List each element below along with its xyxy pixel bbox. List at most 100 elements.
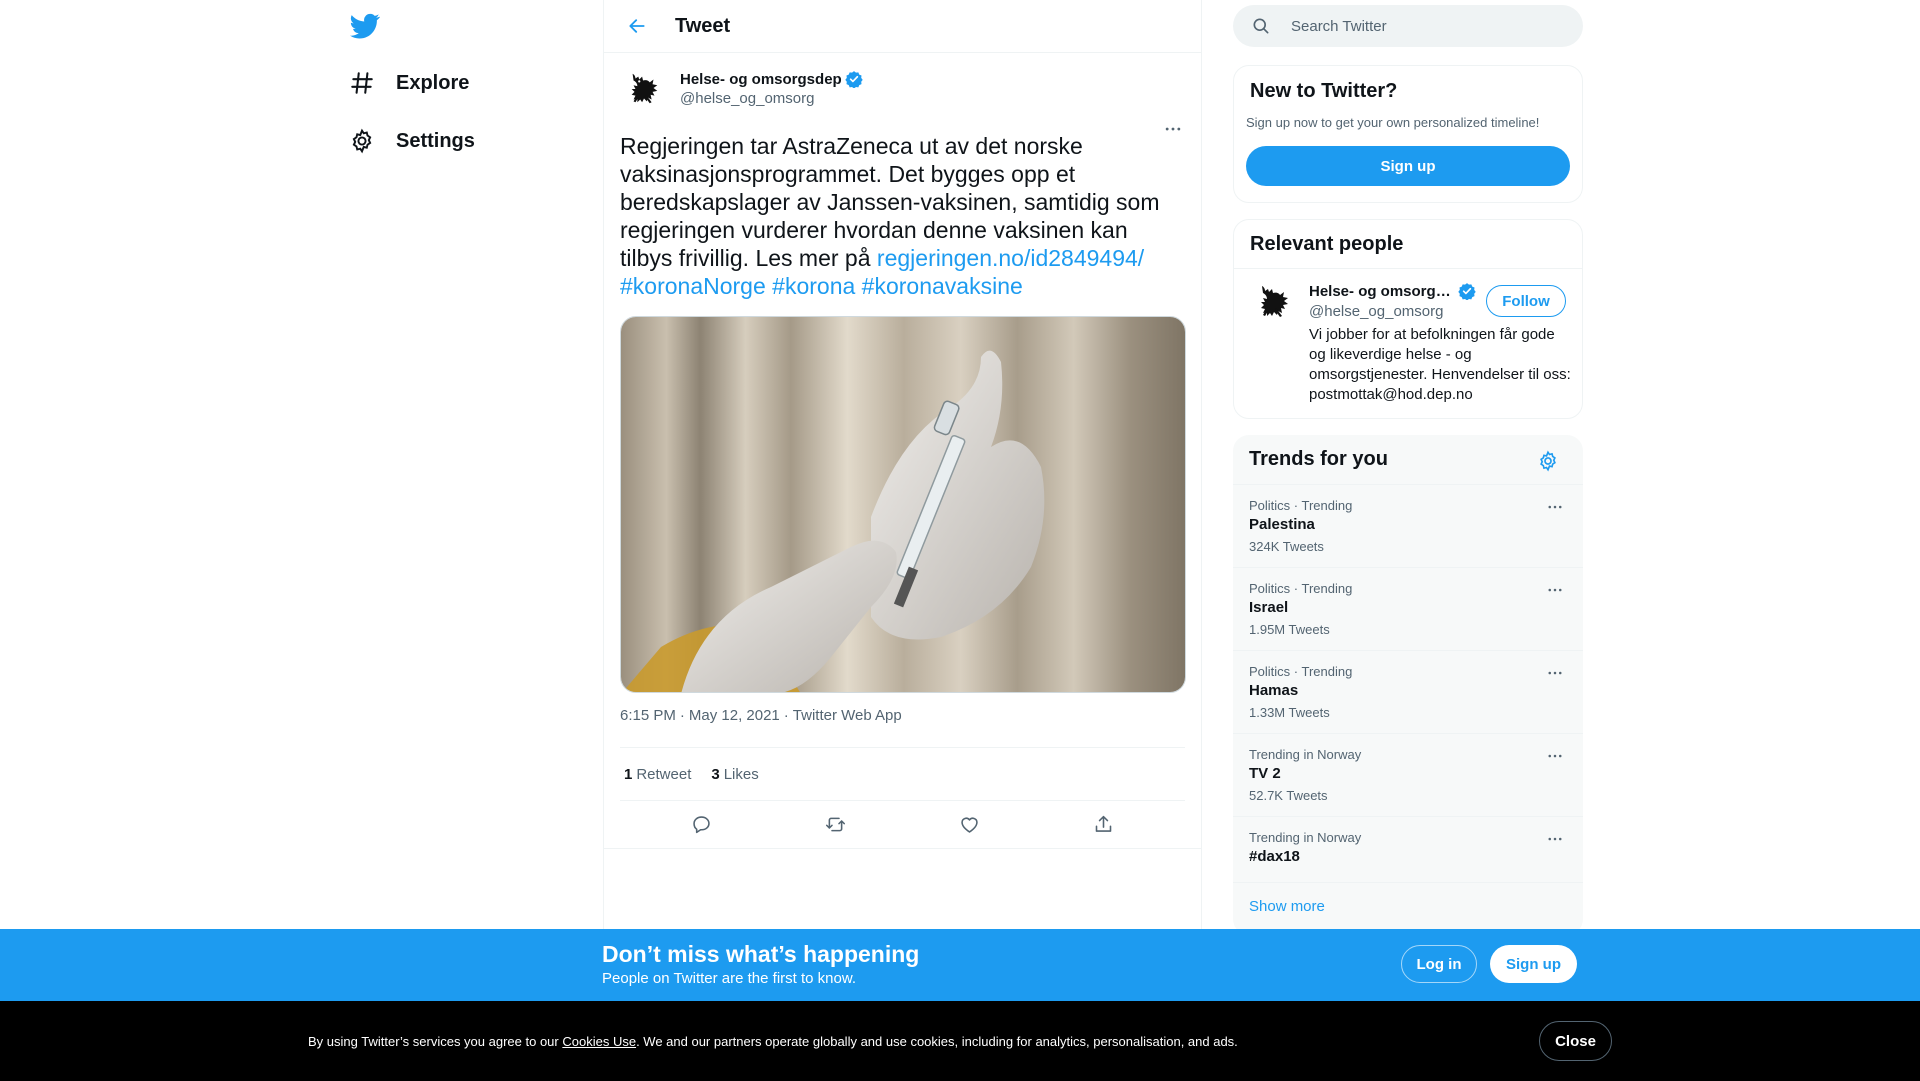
verified-badge-icon (1458, 283, 1476, 300)
search-icon (1253, 18, 1269, 34)
tweet-text: Regjeringen tar AstraZeneca ut av det no… (620, 132, 1185, 300)
sign-up-button[interactable]: Sign up (1490, 945, 1577, 983)
trend-name: Israel (1249, 599, 1289, 616)
tweet-link[interactable]: regjeringen.no/id2849494/ (877, 245, 1144, 271)
trend-more-button[interactable] (1543, 830, 1567, 848)
trend-name: TV 2 (1249, 765, 1281, 782)
trend-item[interactable]: Politics · Trending Israel 1.95M Tweets (1233, 568, 1583, 651)
more-dots-icon (1548, 754, 1562, 758)
search-input[interactable] (1291, 17, 1551, 35)
card-subtitle: Sign up now to get your own personalized… (1246, 115, 1540, 130)
person-name[interactable]: Helse- og omsorgsdep (1309, 282, 1476, 300)
trend-name: Palestina (1249, 516, 1315, 533)
relevant-people-card: Relevant people Helse- og omsorgsdep @he… (1233, 219, 1583, 419)
author-name[interactable]: Helse- og omsorgsdep (680, 70, 863, 88)
nav-settings-label: Settings (396, 129, 475, 152)
nav-settings[interactable]: Settings (348, 116, 475, 166)
cookie-banner: By using Twitter’s services you agree to… (0, 1001, 1920, 1081)
hashtag-link[interactable]: #korona (772, 273, 855, 299)
settings-gear-icon[interactable] (1537, 450, 1559, 472)
more-dots-icon (1548, 505, 1562, 509)
cookies-use-link[interactable]: Cookies Use (562, 1034, 636, 1049)
card-title: New to Twitter? (1250, 80, 1398, 102)
trend-item[interactable]: Trending in Norway TV 2 52.7K Tweets (1233, 734, 1583, 817)
trend-item[interactable]: Politics · Trending Palestina 324K Tweet… (1233, 485, 1583, 568)
trend-more-button[interactable] (1543, 498, 1567, 516)
main-column: Tweet Helse- og omsorgsdep @helse_og_oms… (603, 0, 1202, 1081)
twitter-bird-icon[interactable] (350, 11, 380, 41)
close-button[interactable]: Close (1539, 1021, 1612, 1061)
trend-context: Trending in Norway (1249, 747, 1362, 762)
trend-item[interactable]: Trending in Norway #dax18 (1233, 817, 1583, 883)
follow-button[interactable]: Follow (1486, 285, 1566, 317)
banner-subtitle: People on Twitter are the first to know. (602, 970, 857, 987)
hashtag-link[interactable]: #koronavaksine (862, 273, 1023, 299)
gear-icon (348, 127, 376, 155)
trend-context: Politics · Trending (1249, 664, 1353, 679)
nav-explore[interactable]: Explore (348, 58, 469, 108)
more-dots-icon (1165, 127, 1181, 131)
avatar[interactable] (620, 65, 668, 113)
more-options-button[interactable] (1161, 117, 1185, 141)
person-handle[interactable]: @helse_og_omsorg (1309, 303, 1443, 320)
retweet-count-label: Retweet (636, 765, 692, 783)
trend-count: 324K Tweets (1249, 539, 1324, 554)
hashtag-icon (348, 69, 376, 97)
trend-context: Trending in Norway (1249, 830, 1362, 845)
reply-button[interactable] (684, 808, 718, 842)
retweet-icon (825, 817, 845, 832)
tweet: Helse- og omsorgsdep @helse_og_omsorg Re… (604, 53, 1201, 849)
back-button[interactable] (620, 9, 654, 43)
like-button[interactable] (953, 808, 987, 842)
trend-count: 1.33M Tweets (1249, 705, 1330, 720)
log-in-button[interactable]: Log in (1401, 945, 1477, 983)
page-header: Tweet (604, 0, 1201, 53)
retweet-count[interactable]: 1 Retweet (624, 766, 691, 783)
trends-card: Trends for you Politics · Trending Pales… (1233, 435, 1583, 935)
share-icon (1096, 815, 1112, 832)
retweet-count-value: 1 (624, 765, 633, 783)
tweet-actions (604, 801, 1201, 849)
trend-context: Politics · Trending (1249, 581, 1353, 596)
tweet-photo[interactable] (620, 316, 1186, 693)
trend-more-button[interactable] (1543, 664, 1567, 682)
author-name-text: Helse- og omsorgsdep (680, 70, 842, 88)
like-count-value: 3 (711, 765, 720, 783)
new-to-twitter-card: New to Twitter? Sign up now to get your … (1233, 65, 1583, 203)
avatar[interactable] (1254, 282, 1296, 324)
tweet-time[interactable]: 6:15 PM (620, 707, 676, 724)
signup-banner: Don’t miss what’s happening People on Tw… (0, 929, 1920, 1001)
page-title: Tweet (675, 14, 731, 37)
heart-icon (961, 817, 978, 833)
arrow-left-icon (629, 19, 645, 33)
trend-more-button[interactable] (1543, 581, 1567, 599)
more-dots-icon (1548, 837, 1562, 841)
card-title: Trends for you (1249, 448, 1388, 470)
vaccine-syringe-photo (621, 317, 1185, 692)
nav-explore-label: Explore (396, 71, 470, 94)
sign-up-button[interactable]: Sign up (1246, 146, 1570, 186)
share-button[interactable] (1087, 808, 1121, 842)
divider (1234, 268, 1582, 269)
reply-icon (692, 816, 710, 834)
like-count-label: Likes (723, 765, 759, 783)
author-handle[interactable]: @helse_og_omsorg (680, 90, 863, 107)
search-box[interactable] (1233, 5, 1583, 47)
more-dots-icon (1548, 588, 1562, 592)
hashtag-link[interactable]: #koronaNorge (620, 273, 766, 299)
trend-count: 52.7K Tweets (1249, 788, 1328, 803)
trend-more-button[interactable] (1543, 747, 1567, 765)
tweet-author: Helse- og omsorgsdep @helse_og_omsorg (620, 53, 1185, 113)
banner-title: Don’t miss what’s happening (602, 941, 920, 967)
cookie-text: By using Twitter’s services you agree to… (308, 1034, 1238, 1049)
retweet-button[interactable] (818, 808, 852, 842)
trend-item[interactable]: Politics · Trending Hamas 1.33M Tweets (1233, 651, 1583, 734)
verified-badge-icon (845, 71, 863, 88)
like-count[interactable]: 3 Likes (711, 766, 758, 783)
card-title: Relevant people (1250, 233, 1404, 255)
trend-context: Politics · Trending (1249, 498, 1353, 513)
tweet-timestamp: 6:15 PM · May 12, 2021 · Twitter Web App (620, 707, 902, 724)
cookie-text-suffix: . We and our partners operate globally a… (636, 1034, 1238, 1049)
tweet-date[interactable]: May 12, 2021 (689, 707, 780, 724)
show-more-link[interactable]: Show more (1249, 898, 1325, 915)
